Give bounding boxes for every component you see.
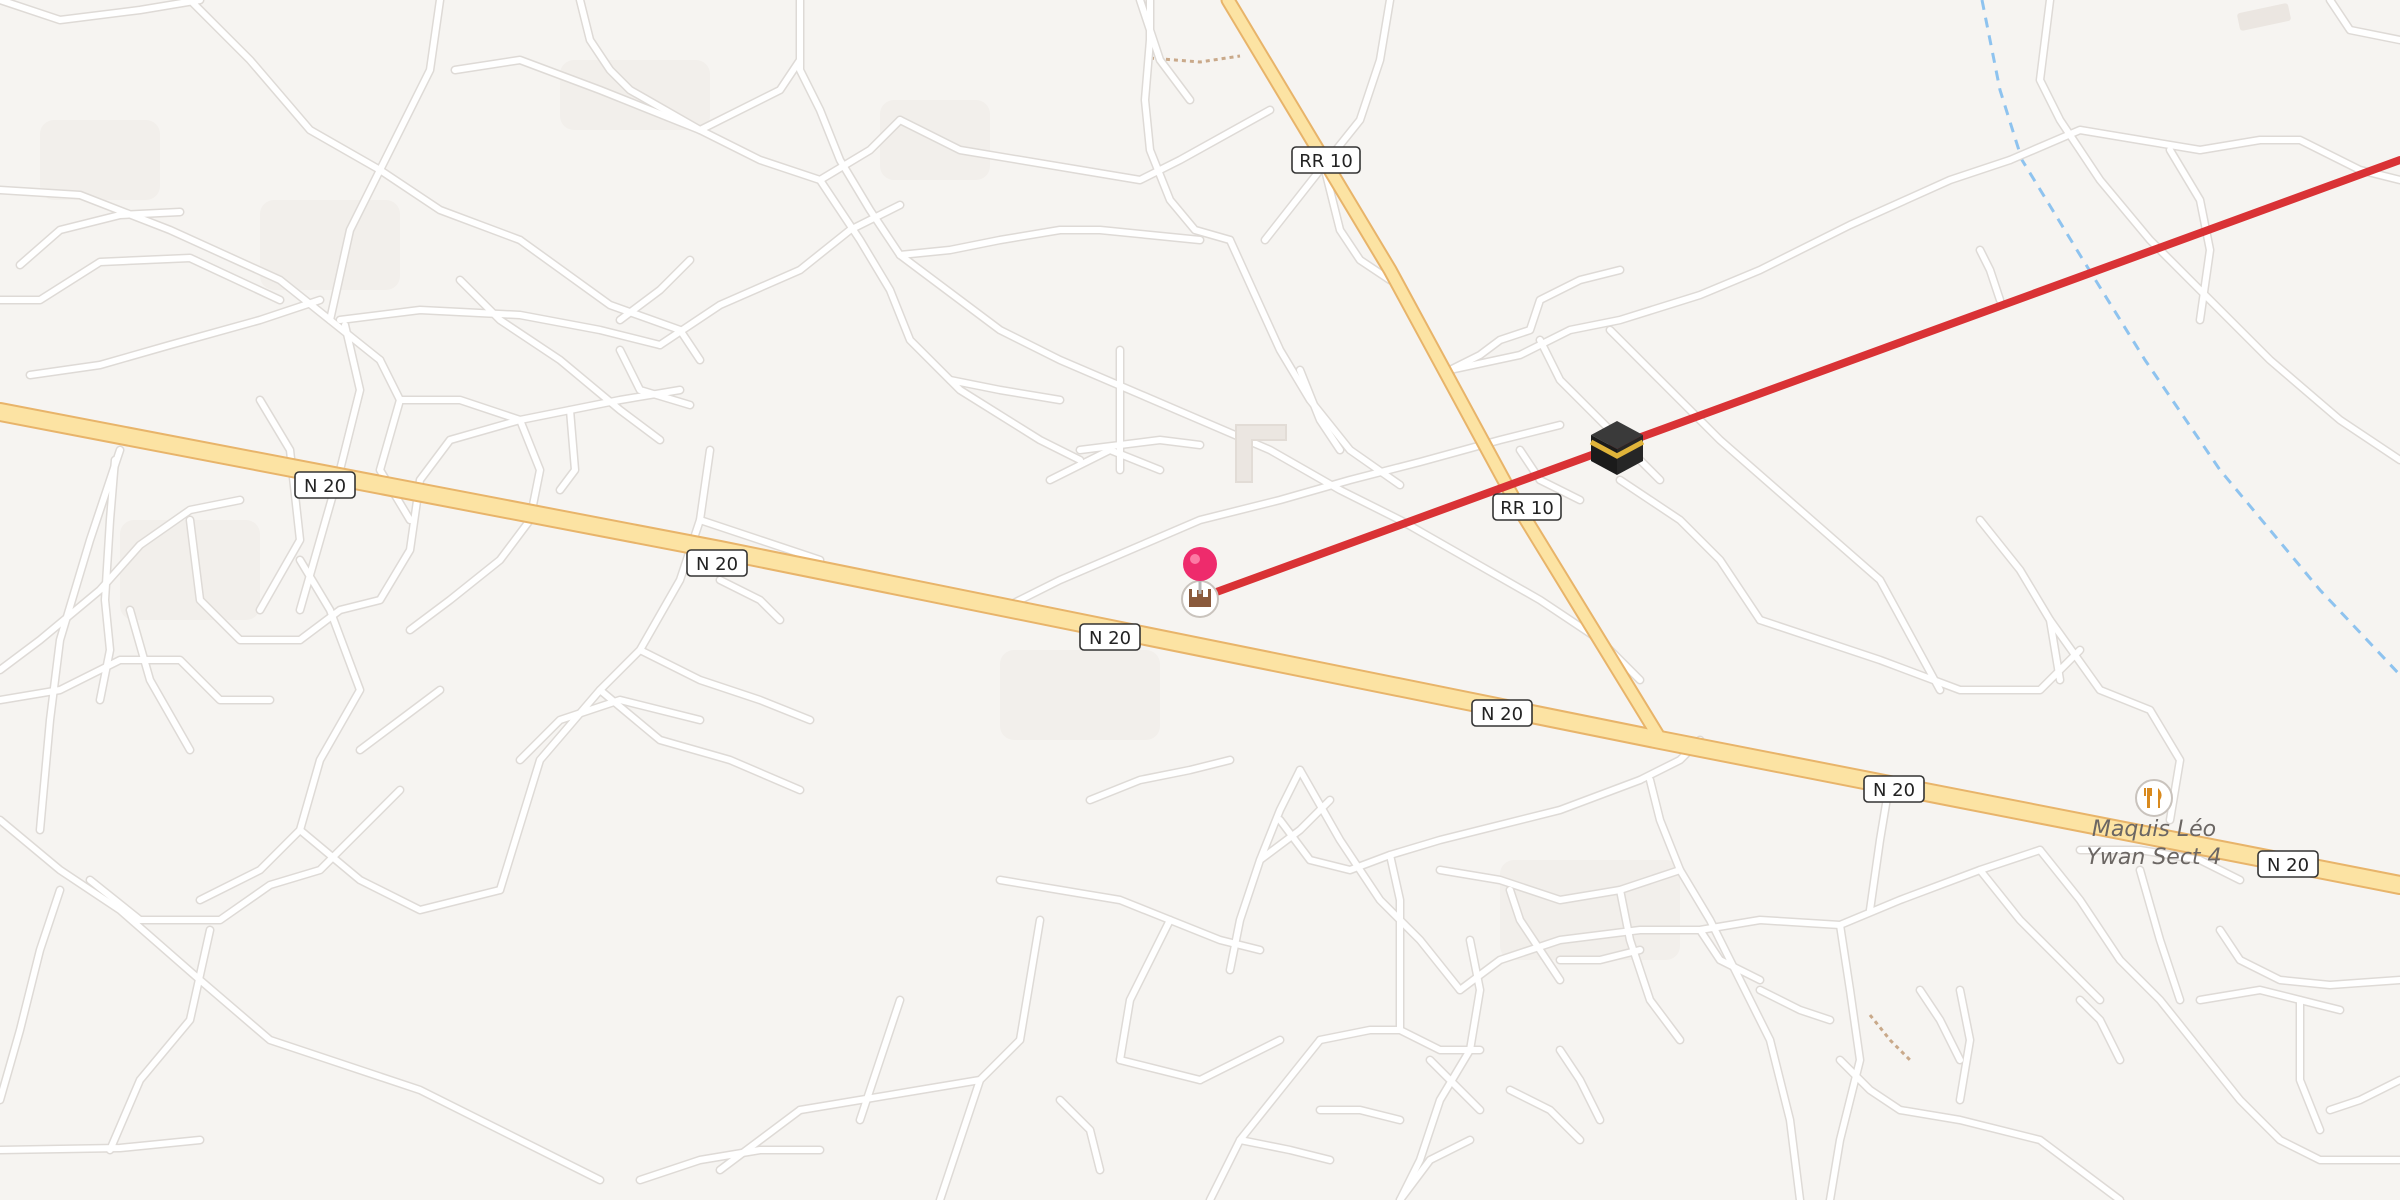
- road-shield-n20: N 20: [1863, 775, 1925, 803]
- minor-road: [107, 927, 213, 1153]
- minor-road: [1977, 517, 2063, 683]
- svg-text:N 20: N 20: [696, 554, 738, 575]
- svg-text:N 20: N 20: [304, 476, 346, 497]
- minor-road: [2217, 927, 2400, 988]
- minor-road: [1197, 1037, 1283, 1083]
- minor-road: [2327, 1077, 2400, 1113]
- minor-road: [577, 0, 903, 183]
- minor-road: [1837, 1057, 2123, 1200]
- svg-text:RR 10: RR 10: [1500, 498, 1554, 519]
- minor-road: [1557, 1047, 1603, 1123]
- map-layer[interactable]: RR 10 RR 10 N 20 N 20 N 20 N 20 N 20 N 2…: [0, 0, 2400, 1200]
- minor-road: [0, 887, 63, 1103]
- minor-road: [0, 0, 203, 23]
- minor-road: [87, 787, 403, 923]
- road-n20: [0, 404, 2400, 893]
- minor-road-casing: [1835, 1055, 2125, 1200]
- minor-road: [1317, 1027, 1403, 1043]
- road-shield-rr10: RR 10: [1492, 493, 1562, 521]
- minor-road: [1167, 917, 1263, 953]
- qibla-line: [1196, 156, 2400, 602]
- svg-text:N 20: N 20: [1481, 704, 1523, 725]
- minor-road: [1262, 0, 1393, 243]
- minor-road: [717, 1107, 803, 1173]
- minor-road: [297, 827, 503, 913]
- minor-road: [697, 57, 803, 133]
- stream-waterway: [1980, 0, 2400, 677]
- road-shield-rr10: RR 10: [1291, 146, 1361, 174]
- minor-road-casing: [1140, 0, 1235, 245]
- minor-road-casing: [2215, 925, 2400, 990]
- minor-road-casing: [1975, 515, 2065, 685]
- minor-road-casing: [1615, 475, 1765, 625]
- fork-knife-icon: [2135, 779, 2173, 817]
- road-shield-n20: N 20: [1471, 699, 1533, 727]
- minor-road: [1077, 437, 1203, 453]
- svg-text:N 20: N 20: [2267, 855, 2309, 876]
- minor-road-casing: [935, 1035, 1025, 1200]
- road-shield-n20: N 20: [686, 549, 748, 577]
- svg-text:N 20: N 20: [1873, 780, 1915, 801]
- minor-road: [1977, 247, 2003, 303]
- minor-road: [337, 307, 663, 348]
- building: [2237, 3, 2291, 31]
- minor-road: [1447, 157, 2013, 373]
- footpath: [1868, 1014, 1914, 1064]
- svg-text:N 20: N 20: [1089, 628, 1131, 649]
- svg-text:RR 10: RR 10: [1299, 151, 1353, 172]
- minor-road-casing: [2035, 0, 2400, 465]
- minor-road: [1237, 1137, 1333, 1163]
- road-shield-n20: N 20: [294, 471, 356, 499]
- minor-road-casing: [1225, 765, 1305, 975]
- minor-road: [797, 1077, 983, 1113]
- minor-road: [1447, 267, 1623, 373]
- restaurant-poi[interactable]: Maquis Léo Ywan Sect 4: [2086, 779, 2222, 870]
- minor-road: [1757, 987, 1833, 1023]
- minor-road: [1317, 1107, 1403, 1123]
- restaurant-name: Ywan Sect 4: [2086, 845, 2221, 870]
- minor-road: [2037, 847, 2203, 1053]
- minor-road: [357, 687, 443, 753]
- minor-road: [257, 397, 303, 613]
- minor-road: [857, 997, 903, 1123]
- minor-road: [897, 227, 1203, 258]
- minor-road-casing: [1260, 0, 1395, 245]
- minor-road: [1917, 987, 1963, 1063]
- minor-road: [1507, 1087, 1583, 1143]
- road-shield-n20: N 20: [1079, 623, 1141, 651]
- restaurant-name: Maquis Léo: [2092, 817, 2216, 842]
- minor-road: [2037, 0, 2400, 463]
- minor-road-casing: [25, 295, 325, 380]
- minor-road: [127, 607, 193, 753]
- minor-road: [1017, 917, 1043, 1043]
- minor-road: [1647, 777, 1683, 873]
- kaaba-icon[interactable]: [1589, 421, 1645, 475]
- road-shield-n20: N 20: [2257, 850, 2319, 878]
- minor-road: [0, 657, 273, 703]
- map-canvas[interactable]: RR 10 RR 10 N 20 N 20 N 20 N 20 N 20 N 2…: [0, 0, 2400, 1200]
- minor-road: [1617, 477, 1763, 623]
- minor-road: [1117, 1057, 1203, 1083]
- minor-road: [1142, 0, 1233, 243]
